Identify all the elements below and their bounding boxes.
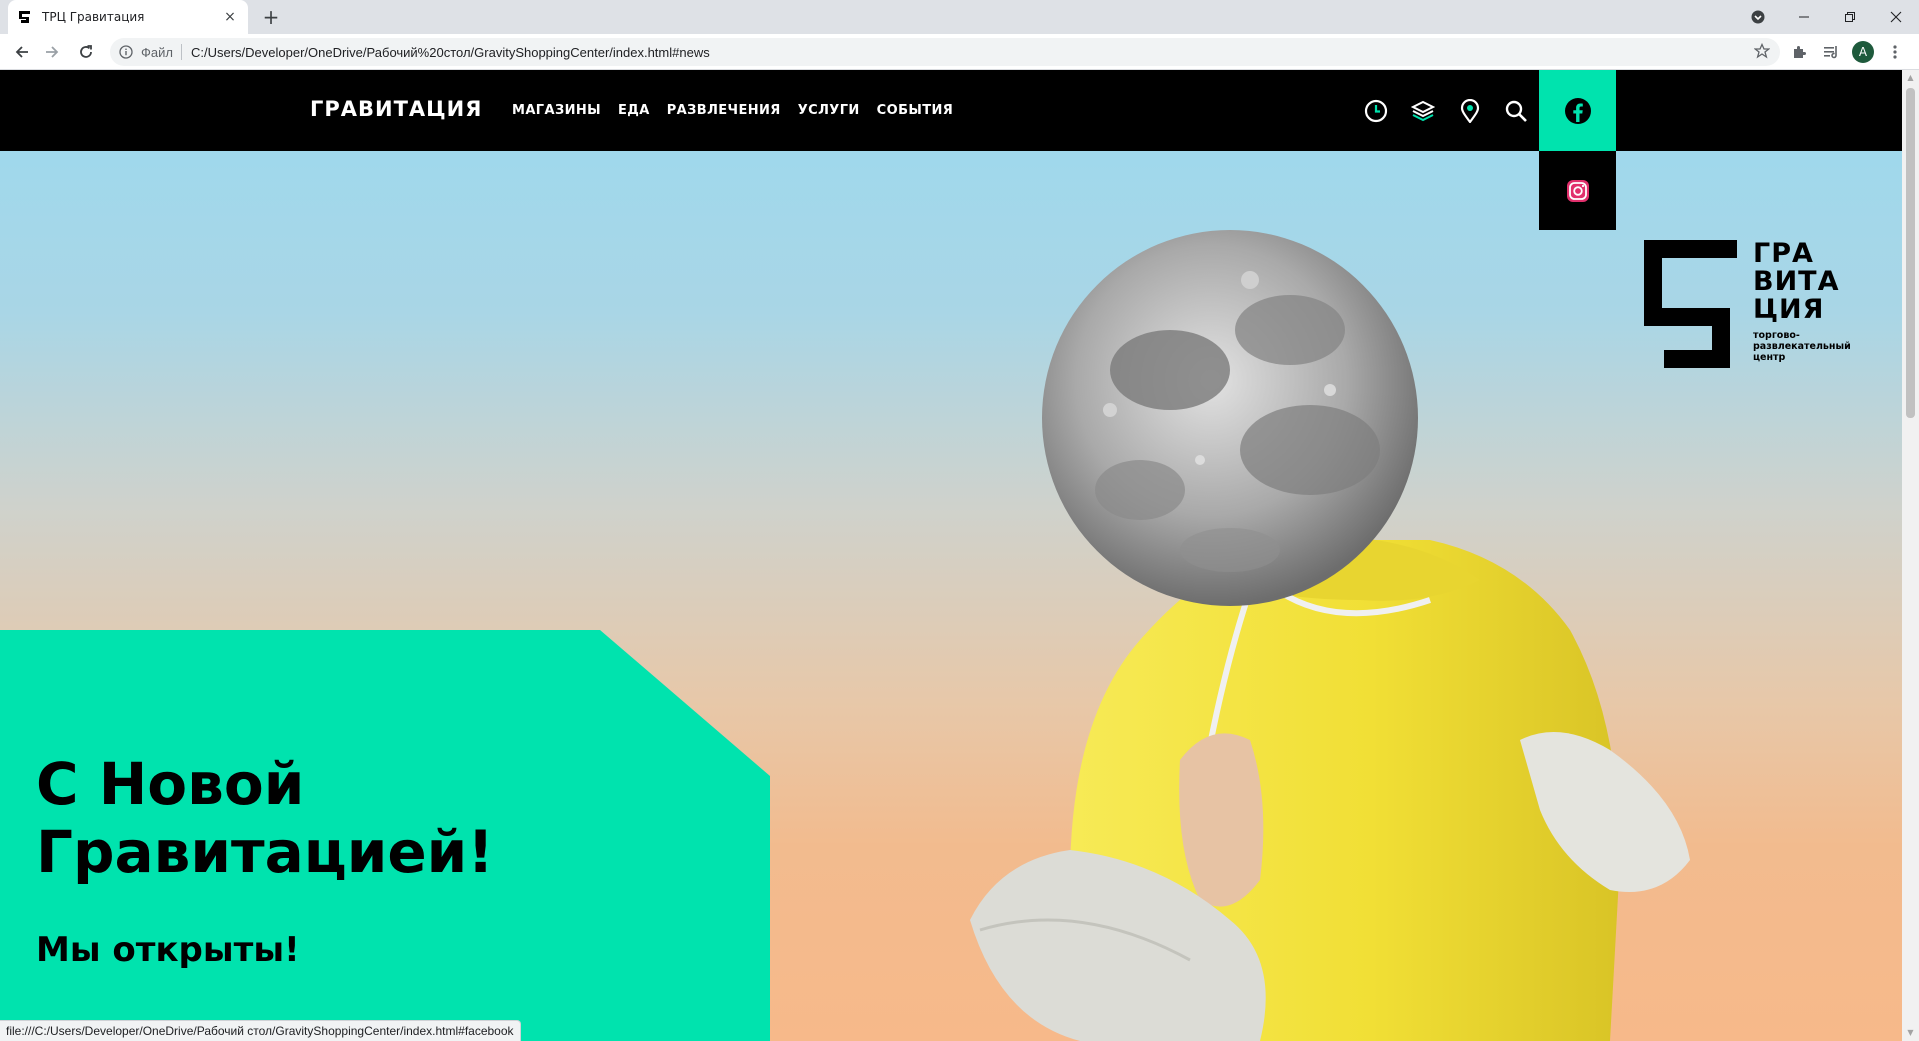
brand-line-2: ВИТА — [1753, 266, 1840, 297]
nav-link-entertainment[interactable]: РАЗВЛЕЧЕНИЯ — [667, 103, 781, 118]
restore-button[interactable] — [1827, 0, 1873, 34]
clock-icon[interactable] — [1363, 98, 1389, 124]
nav-link-services[interactable]: УСЛУГИ — [798, 103, 860, 118]
url-scheme-label: Файл — [141, 44, 173, 60]
scroll-up-arrow-icon[interactable]: ▲ — [1906, 73, 1915, 83]
forward-arrow-icon[interactable] — [38, 38, 66, 66]
hero-title: С Новой Гравитацией! — [36, 750, 736, 886]
tab-title: ТРЦ Гравитация — [42, 10, 145, 24]
back-arrow-icon[interactable] — [8, 38, 36, 66]
instagram-icon — [1566, 179, 1589, 202]
bookmark-star-icon[interactable] — [1753, 42, 1771, 64]
site-logo[interactable]: ГРАВИТАЦИЯ — [310, 97, 482, 121]
brand-line-3: ЦИЯ — [1753, 294, 1825, 325]
nav-link-shops[interactable]: МАГАЗИНЫ — [512, 103, 601, 118]
hero-title-line-2: Гравитацией! — [36, 818, 494, 886]
layers-icon[interactable] — [1410, 98, 1436, 124]
close-window-button[interactable] — [1873, 0, 1919, 34]
browser-tab[interactable]: ТРЦ Гравитация × — [8, 0, 248, 34]
media-queue-icon[interactable] — [1815, 38, 1847, 66]
hero-subtitle: Мы открыты! — [36, 930, 300, 970]
browser-menu-icon[interactable] — [1879, 38, 1911, 66]
reload-icon[interactable] — [72, 38, 100, 66]
gravity-favicon-icon — [18, 10, 32, 24]
scroll-down-arrow-icon[interactable]: ▼ — [1906, 1028, 1915, 1038]
window-controls — [1735, 0, 1919, 34]
nav-link-events[interactable]: СОБЫТИЯ — [877, 103, 954, 118]
brand-subtitle: торгово- развлекательный центр — [1753, 330, 1851, 363]
brand-wordmark: ГРА ВИТА ЦИЯ — [1753, 240, 1840, 324]
brand-sub-1: торгово- — [1753, 330, 1800, 341]
browser-tab-strip: ТРЦ Гравитация × + — [0, 0, 1919, 34]
hero-title-line-1: С Новой — [36, 750, 305, 818]
brand-line-1: ГРА — [1753, 238, 1814, 269]
site-info-icon[interactable] — [119, 45, 133, 59]
extensions-puzzle-icon[interactable] — [1783, 38, 1815, 66]
new-tab-button[interactable]: + — [258, 4, 284, 30]
page-scrollbar[interactable]: ▲ ▼ — [1902, 70, 1919, 1041]
page-viewport: ГРАВИТАЦИЯ МАГАЗИНЫ ЕДА РАЗВЛЕЧЕНИЯ УСЛУ… — [0, 70, 1902, 1041]
browser-toolbar: Файл C:/Users/Developer/OneDrive/Рабочий… — [0, 34, 1919, 70]
url-text[interactable]: C:/Users/Developer/OneDrive/Рабочий%20ст… — [191, 45, 710, 60]
tab-search-icon[interactable] — [1735, 0, 1781, 34]
scrollbar-thumb[interactable] — [1906, 88, 1915, 418]
brand-sub-2: развлекательный — [1753, 341, 1851, 352]
minimize-button[interactable] — [1781, 0, 1827, 34]
instagram-button[interactable] — [1539, 151, 1616, 230]
site-header: ГРАВИТАЦИЯ МАГАЗИНЫ ЕДА РАЗВЛЕЧЕНИЯ УСЛУ… — [0, 70, 1902, 151]
main-nav: МАГАЗИНЫ ЕДА РАЗВЛЕЧЕНИЯ УСЛУГИ СОБЫТИЯ — [512, 103, 953, 118]
url-separator — [180, 44, 182, 60]
avatar: A — [1852, 41, 1874, 63]
nav-link-food[interactable]: ЕДА — [618, 103, 650, 118]
profile-avatar[interactable]: A — [1847, 38, 1879, 66]
location-pin-icon[interactable] — [1457, 98, 1483, 124]
hero-moon-person-image — [970, 230, 1690, 1041]
link-status-bar: file:///C:/Users/Developer/OneDrive/Рабо… — [0, 1020, 521, 1041]
address-bar[interactable]: Файл C:/Users/Developer/OneDrive/Рабочий… — [110, 38, 1780, 66]
search-icon[interactable] — [1503, 98, 1529, 124]
facebook-icon — [1564, 97, 1591, 124]
brand-sub-3: центр — [1753, 352, 1786, 363]
tab-close-icon[interactable]: × — [222, 9, 238, 25]
toolbar-actions: A — [1783, 38, 1911, 66]
facebook-button[interactable] — [1539, 70, 1616, 151]
